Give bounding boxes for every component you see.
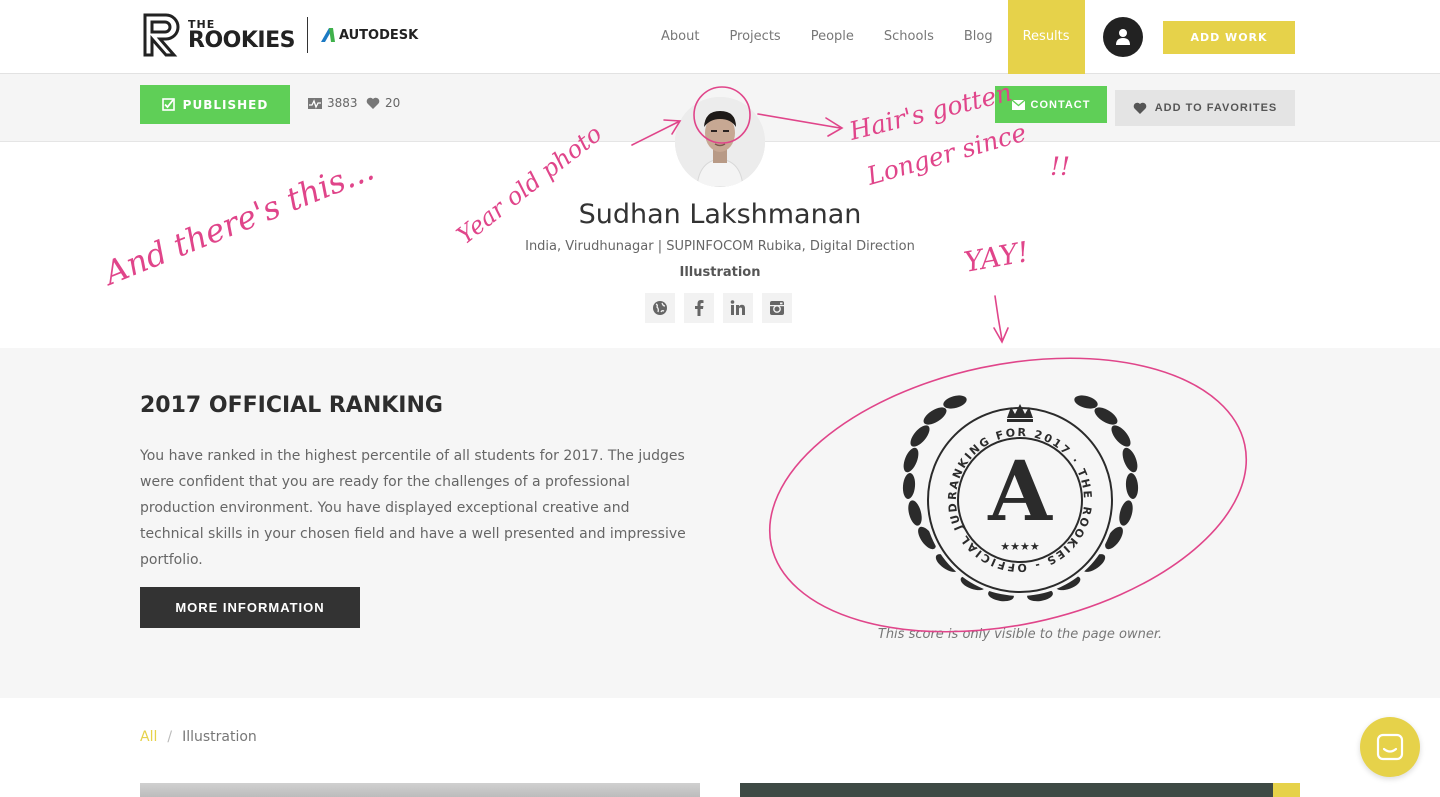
logo-text: THE ROOKIES — [188, 19, 295, 52]
published-button[interactable]: PUBLISHED — [140, 85, 290, 124]
more-information-button[interactable]: MORE INFORMATION — [140, 587, 360, 628]
linkedin-icon — [730, 300, 745, 315]
nav-schools[interactable]: Schools — [869, 0, 949, 74]
main-nav: About Projects People Schools Blog Resul… — [646, 0, 1085, 74]
chat-launcher-button[interactable] — [1360, 717, 1420, 777]
social-links — [645, 293, 792, 323]
profile-name: Sudhan Lakshmanan — [578, 199, 862, 230]
page: THE ROOKIES AUTODESK About Projects Peop… — [0, 0, 1440, 797]
heart-icon — [366, 97, 380, 109]
nav-results[interactable]: Results — [1007, 0, 1085, 74]
likes-count: 20 — [385, 96, 401, 110]
official-ranking-section: 2017 OFFICIAL RANKING You have ranked in… — [0, 348, 1440, 698]
contact-label: CONTACT — [1030, 98, 1091, 111]
instagram-icon — [770, 301, 784, 315]
breadcrumb-all[interactable]: All — [140, 729, 157, 745]
rookies-logo[interactable]: THE ROOKIES AUTODESK — [142, 12, 418, 58]
logo-rookies: ROOKIES — [188, 27, 295, 53]
facebook-icon — [695, 300, 704, 316]
ranking-description: You have ranked in the highest percentil… — [140, 448, 686, 568]
badge-stars: ★★★★ — [1000, 540, 1040, 553]
profile-discipline: Illustration — [679, 265, 761, 280]
views-stat: 3883 — [308, 96, 358, 110]
annotation-hair-3: !! — [1050, 152, 1070, 181]
favorites-label: ADD TO FAVORITES — [1154, 102, 1278, 114]
user-icon — [1116, 29, 1130, 45]
rookies-r-logo-icon — [143, 13, 180, 57]
autodesk-text: AUTODESK — [338, 27, 419, 43]
avatar — [675, 97, 765, 187]
add-to-favorites-button[interactable]: ADD TO FAVORITES — [1115, 90, 1295, 126]
breadcrumb: All / Illustration — [140, 729, 257, 745]
activity-icon — [308, 97, 322, 109]
nav-blog[interactable]: Blog — [949, 0, 1008, 74]
instagram-link[interactable] — [762, 293, 792, 323]
logo-divider — [306, 17, 308, 53]
contact-button[interactable]: CONTACT — [995, 86, 1107, 123]
checkbox-icon — [161, 98, 175, 111]
project-thumbnail[interactable] — [140, 783, 700, 797]
profile-photo — [675, 97, 765, 187]
breadcrumb-current: Illustration — [182, 729, 257, 745]
linkedin-link[interactable] — [723, 293, 753, 323]
breadcrumb-separator: / — [167, 729, 173, 745]
project-thumbnail[interactable] — [740, 783, 1300, 797]
likes-stat: 20 — [366, 96, 400, 110]
website-link[interactable] — [645, 293, 675, 323]
profile-location: India, Virudhunagar | SUPINFOCOM Rubika,… — [525, 239, 915, 254]
nav-people[interactable]: People — [796, 0, 869, 74]
ranking-title: 2017 OFFICIAL RANKING — [140, 393, 443, 418]
nav-about[interactable]: About — [646, 0, 714, 74]
autodesk-logo: AUTODESK — [320, 27, 418, 43]
chat-icon — [1376, 733, 1404, 761]
ranking-badge: A ★★★★ RANKING FOR 2017 · THE ROOKIES - … — [893, 388, 1139, 602]
arrow-to-badge — [993, 295, 1009, 344]
nav-projects[interactable]: Projects — [714, 0, 795, 74]
autodesk-mark-icon — [320, 28, 335, 42]
facebook-link[interactable] — [684, 293, 714, 323]
views-count: 3883 — [327, 96, 358, 110]
envelope-icon — [1011, 99, 1025, 110]
published-label: PUBLISHED — [182, 97, 269, 112]
owner-visibility-note: This score is only visible to the page o… — [877, 627, 1163, 642]
project-type-badge — [1273, 783, 1300, 797]
heart-icon — [1133, 102, 1147, 114]
top-navigation-bar: THE ROOKIES AUTODESK About Projects Peop… — [0, 0, 1440, 74]
badge-grade: A — [987, 444, 1053, 540]
add-work-button[interactable]: ADD WORK — [1163, 21, 1295, 54]
globe-icon — [653, 301, 667, 315]
user-menu-button[interactable] — [1103, 17, 1143, 57]
